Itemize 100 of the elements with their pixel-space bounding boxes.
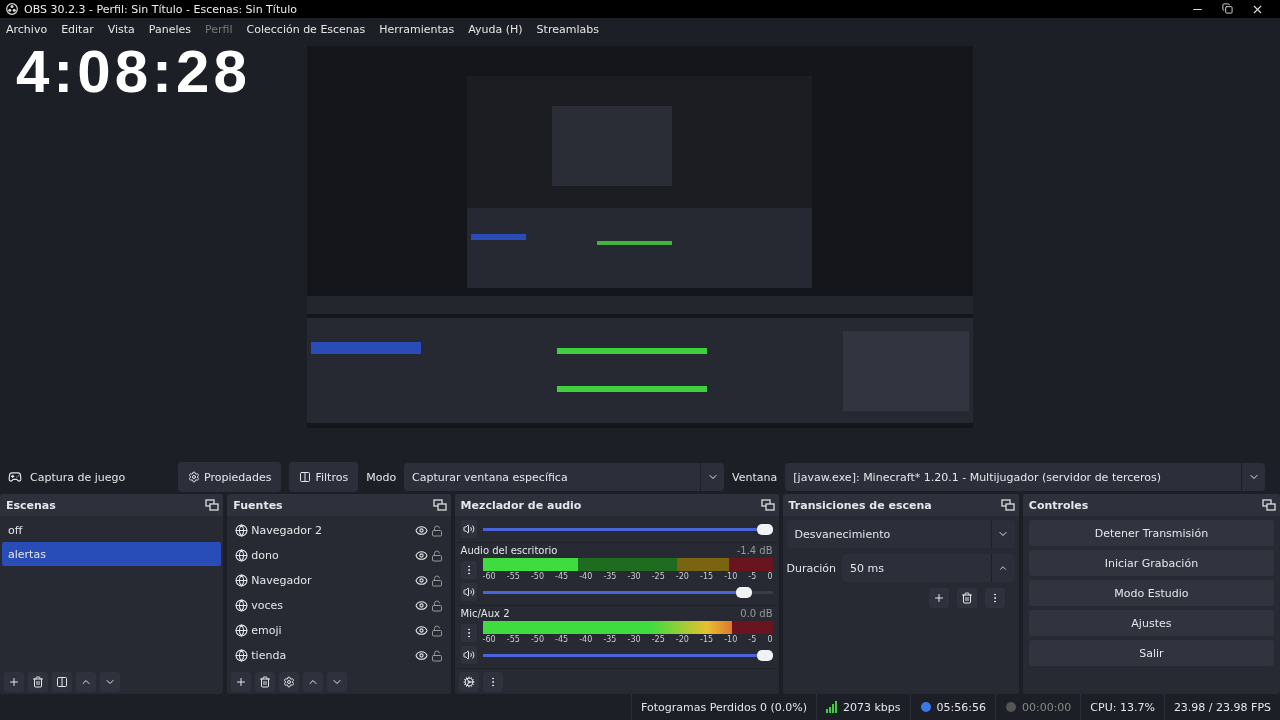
scale-label: 0: [767, 635, 773, 644]
scale-label: -15: [700, 635, 714, 644]
globe-icon: [235, 524, 249, 537]
menu-item[interactable]: Herramientas: [379, 22, 455, 36]
scale-label: -60: [482, 572, 496, 581]
float-dock-icon[interactable]: [205, 499, 220, 511]
control-button[interactable]: Modo Estudio: [1028, 580, 1274, 606]
scene-item[interactable]: alertas: [2, 542, 222, 566]
source-item[interactable]: tienda: [251, 649, 412, 662]
properties-button[interactable]: Propiedades: [178, 462, 282, 492]
scene-item[interactable]: off: [2, 518, 222, 542]
channel-name: Mic/Aux 2: [460, 608, 510, 619]
delete-button[interactable]: [956, 588, 977, 608]
scale-label: -15: [700, 572, 714, 581]
duration-field[interactable]: 50 ms: [842, 554, 1015, 582]
menu-item[interactable]: Vista: [107, 22, 135, 36]
scale-label: -20: [675, 572, 689, 581]
lock-icon[interactable]: [430, 599, 443, 612]
stream-time: 05:56:56: [936, 700, 986, 714]
lock-icon[interactable]: [430, 549, 443, 562]
control-button[interactable]: Salir: [1028, 640, 1274, 666]
visibility-icon[interactable]: [414, 649, 428, 662]
record-time: 00:00:00: [1021, 700, 1072, 714]
move-down-button[interactable]: [327, 672, 348, 692]
lock-icon[interactable]: [430, 624, 443, 637]
slider-thumb[interactable]: [756, 649, 773, 661]
add-button[interactable]: [231, 672, 252, 692]
float-dock-icon[interactable]: [760, 499, 775, 511]
more-button[interactable]: [460, 560, 477, 579]
control-button[interactable]: Ajustes: [1028, 610, 1274, 636]
scale-label: -5: [748, 635, 757, 644]
filters-button[interactable]: [52, 672, 72, 692]
channel-name: Audio del escritorio: [460, 545, 558, 556]
gear-icon: [283, 676, 296, 688]
add-button[interactable]: [928, 588, 949, 608]
menu-item[interactable]: Paneles: [148, 22, 191, 36]
menu-item[interactable]: Streamlabs: [536, 22, 599, 36]
scale-label: -35: [603, 572, 617, 581]
source-item[interactable]: emoji: [251, 624, 412, 637]
scale-label: -5: [748, 572, 757, 581]
globe-icon: [235, 599, 249, 612]
scale-label: 0: [767, 572, 773, 581]
restore-icon[interactable]: [1222, 2, 1233, 14]
menu-item[interactable]: Ayuda (H): [468, 22, 523, 36]
gear-icon: [188, 471, 200, 483]
db-reading: -1.4 dB: [736, 545, 773, 556]
scale-label: -25: [651, 572, 665, 581]
plus-icon: [235, 676, 248, 688]
menu-item[interactable]: Editar: [61, 22, 94, 36]
visibility-icon[interactable]: [414, 524, 428, 537]
speaker-icon: [462, 586, 475, 598]
visibility-icon[interactable]: [414, 549, 428, 562]
mute-button[interactable]: [460, 583, 477, 601]
scale-label: -25: [651, 635, 665, 644]
visibility-icon[interactable]: [414, 624, 428, 637]
delete-button[interactable]: [28, 672, 48, 692]
visibility-icon[interactable]: [414, 574, 428, 587]
scale-label: -50: [530, 635, 544, 644]
slider-thumb[interactable]: [736, 586, 753, 598]
panel-title: Escenas: [6, 498, 56, 512]
cpu-usage: CPU: 13.7%: [1090, 700, 1155, 714]
menu-item[interactable]: Archivo: [6, 22, 48, 36]
scale-label: -55: [506, 635, 520, 644]
mode-dropdown[interactable]: Capturar ventana específica: [404, 463, 725, 491]
source-item[interactable]: Navegador 2: [251, 524, 412, 537]
lock-icon[interactable]: [430, 574, 443, 587]
source-item[interactable]: voces: [251, 599, 412, 612]
move-down-button[interactable]: [100, 672, 120, 692]
menu-item[interactable]: Colección de Escenas: [246, 22, 366, 36]
mute-button[interactable]: [460, 646, 477, 664]
delete-button[interactable]: [255, 672, 276, 692]
slider-thumb[interactable]: [756, 523, 773, 535]
window-title: OBS 30.2.3 - Perfil: Sin Título - Escenas: Sin Título: [24, 2, 298, 16]
float-dock-icon[interactable]: [432, 499, 447, 511]
settings-button[interactable]: [458, 672, 479, 692]
settings-button[interactable]: [279, 672, 300, 692]
plus-icon: [932, 592, 945, 604]
float-dock-icon[interactable]: [1262, 499, 1276, 511]
control-button[interactable]: Detener Transmisión: [1028, 520, 1274, 546]
float-dock-icon[interactable]: [1000, 499, 1015, 511]
speaker-icon: [462, 523, 475, 535]
window-label: Ventana: [732, 470, 778, 484]
lock-icon[interactable]: [430, 649, 443, 662]
trash-icon: [259, 676, 272, 688]
more-button[interactable]: [460, 623, 477, 642]
mute-button[interactable]: [460, 520, 477, 538]
source-item[interactable]: Navegador: [251, 574, 412, 587]
add-button[interactable]: [4, 672, 24, 692]
scale-label: -45: [555, 635, 569, 644]
source-item[interactable]: dono: [251, 549, 412, 562]
control-button[interactable]: Iniciar Grabación: [1028, 550, 1274, 576]
move-up-button[interactable]: [303, 672, 324, 692]
lock-icon[interactable]: [430, 524, 443, 537]
window-dropdown[interactable]: [javaw.exe]: Minecraft* 1.20.1 - Multijugador (servidor de terceros): [785, 463, 1266, 491]
scale-label: -20: [675, 635, 689, 644]
filters-button[interactable]: Filtros: [289, 462, 359, 492]
move-up-button[interactable]: [76, 672, 96, 692]
visibility-icon[interactable]: [414, 599, 428, 612]
dropped-frames: Fotogramas Perdidos 0 (0.0%): [641, 700, 807, 714]
transition-dropdown[interactable]: Desvanecimiento: [786, 520, 1015, 548]
